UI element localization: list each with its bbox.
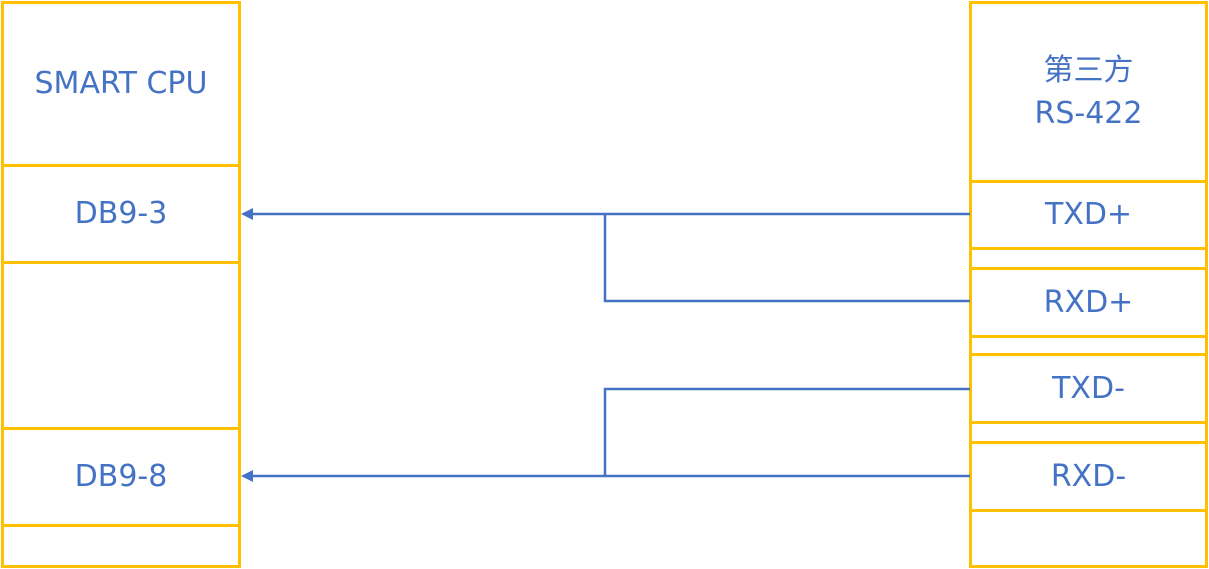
arrowhead-db9-8: [241, 470, 253, 482]
arrowhead-db9-3: [241, 208, 253, 220]
wire-txd-minus-branch: [603, 387, 970, 476]
wiring: [241, 208, 970, 482]
wire-rxd-plus-branch: [603, 214, 970, 303]
